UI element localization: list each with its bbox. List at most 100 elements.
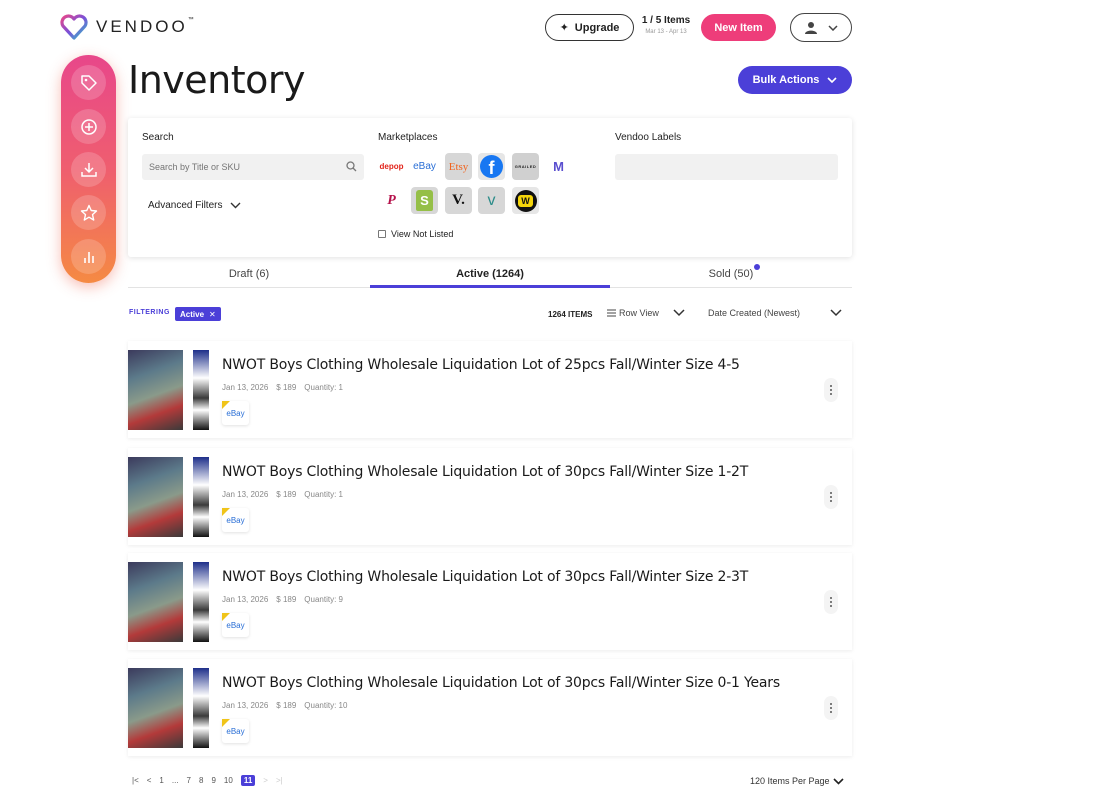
current-page[interactable]: 11 [240,775,256,786]
checkbox-box[interactable] [378,230,386,238]
marketplace-ebay[interactable]: eBay [411,153,438,180]
ebay-listing-badge[interactable]: eBay [222,719,249,743]
shopify-icon: S [416,190,433,211]
chevron-down-icon[interactable] [830,309,842,317]
sort-select[interactable]: Date Created (Newest) [708,308,800,318]
item-date: Jan 13, 2026 [222,701,269,710]
mercari-text: M [553,159,564,174]
marketplace-depop[interactable]: depop [378,153,405,180]
badge-label: eBay [226,408,245,418]
whatnot-text: W [518,194,533,207]
marketplace-poshmark[interactable]: P [378,187,405,214]
page-ellipsis: ... [171,776,179,785]
chevron-down-icon [828,24,838,31]
tab-sold[interactable]: Sold (50) [610,260,852,288]
item-thumbnail[interactable] [128,350,209,430]
badge-label: eBay [226,620,245,630]
chevron-down-icon [827,77,837,83]
list-item[interactable]: NWOT Boys Clothing Wholesale Liquidation… [128,341,852,438]
item-meta: Jan 13, 2026 $ 189 Quantity: 9 [222,595,343,604]
marketplace-vinted[interactable]: v [478,187,505,214]
item-quantity: Quantity: 9 [304,595,343,604]
first-page-icon[interactable]: |< [132,776,139,785]
more-options-icon[interactable] [824,378,838,402]
upgrade-button[interactable]: ✦ Upgrade [545,14,634,41]
active-filter-chip[interactable]: Active ✕ [175,307,221,321]
list-item[interactable]: NWOT Boys Clothing Wholesale Liquidation… [128,553,852,650]
sidebar-item-favorites[interactable] [71,195,106,230]
tab-active[interactable]: Active (1264) [370,260,610,288]
chevron-down-icon [230,202,241,209]
item-quantity: Quantity: 1 [304,383,343,392]
list-item[interactable]: NWOT Boys Clothing Wholesale Liquidation… [128,659,852,756]
plus-circle-icon [80,118,97,135]
sidebar-item-inventory[interactable] [71,65,106,100]
vendoo-labels-select[interactable] [615,154,838,180]
marketplace-facebook[interactable]: f [478,153,505,180]
item-price: $ 189 [276,383,297,392]
per-page-label: 120 Items Per Page [750,776,830,786]
advanced-filters-toggle[interactable]: Advanced Filters [148,200,241,211]
depop-text: depop [379,162,404,171]
search-field[interactable] [142,154,364,180]
item-title[interactable]: NWOT Boys Clothing Wholesale Liquidation… [222,464,748,480]
item-thumbnail[interactable] [128,562,209,642]
sidebar-item-create[interactable] [71,109,106,144]
heart-logo-icon [60,14,88,40]
ebay-listing-badge[interactable]: eBay [222,613,249,637]
page-link[interactable]: 7 [187,776,191,785]
sidebar-item-import[interactable] [71,152,106,187]
marketplace-grailed[interactable]: GRAILED [512,153,539,180]
chevron-down-icon[interactable] [673,309,685,317]
vendoo-logo[interactable]: VENDOO™ [60,14,194,40]
pagination: |< < 1 ... 7 8 9 10 11 > >| [132,775,291,786]
marketplace-shopify[interactable]: S [411,187,438,214]
item-quantity: Quantity: 1 [304,490,343,499]
marketplace-vestiaire[interactable]: V. [445,187,472,214]
prev-page-icon[interactable]: < [147,776,152,785]
bulk-actions-label: Bulk Actions [752,74,820,86]
bulk-actions-button[interactable]: Bulk Actions [738,66,852,94]
item-date: Jan 13, 2026 [222,490,269,499]
more-options-icon[interactable] [824,590,838,614]
page-link[interactable]: 1 [159,776,163,785]
marketplace-etsy[interactable]: Etsy [445,153,472,180]
more-options-icon[interactable] [824,485,838,509]
marketplace-whatnot[interactable]: W [512,187,539,214]
item-title[interactable]: NWOT Boys Clothing Wholesale Liquidation… [222,675,780,691]
search-input[interactable] [142,154,332,180]
search-icon[interactable] [346,161,357,172]
bar-chart-icon [83,251,94,263]
notification-dot [754,264,760,270]
ebay-listing-badge[interactable]: eBay [222,508,249,532]
poshmark-text: P [387,192,396,208]
item-date: Jan 13, 2026 [222,595,269,604]
sidebar-item-analytics[interactable] [71,239,106,274]
status-tabs: Draft (6) Active (1264) Sold (50) [128,260,852,288]
list-item[interactable]: NWOT Boys Clothing Wholesale Liquidation… [128,448,852,545]
item-title[interactable]: NWOT Boys Clothing Wholesale Liquidation… [222,569,748,585]
vestiaire-text: V. [452,192,465,208]
new-item-button[interactable]: New Item [701,14,776,41]
page-link[interactable]: 10 [224,776,233,785]
account-menu-button[interactable] [790,13,852,42]
tab-draft[interactable]: Draft (6) [128,260,370,288]
view-not-listed-checkbox[interactable]: View Not Listed [378,229,453,239]
last-page-icon[interactable]: >| [276,776,283,785]
close-icon[interactable]: ✕ [209,310,216,319]
item-thumbnail[interactable] [128,457,209,537]
items-per-page-select[interactable]: 120 Items Per Page [750,776,844,786]
marketplace-mercari[interactable]: M [545,153,572,180]
page-link[interactable]: 9 [211,776,215,785]
ebay-listing-badge[interactable]: eBay [222,401,249,425]
item-title[interactable]: NWOT Boys Clothing Wholesale Liquidation… [222,357,740,373]
items-period-text: Mar 13 - Apr 13 [645,29,687,35]
next-page-icon[interactable]: > [263,776,268,785]
item-thumbnail[interactable] [128,668,209,748]
item-meta: Jan 13, 2026 $ 189 Quantity: 1 [222,383,343,392]
page-link[interactable]: 8 [199,776,203,785]
star-icon [80,204,97,221]
etsy-text: Etsy [448,160,469,173]
more-options-icon[interactable] [824,696,838,720]
view-mode-select[interactable]: Row View [607,308,659,318]
